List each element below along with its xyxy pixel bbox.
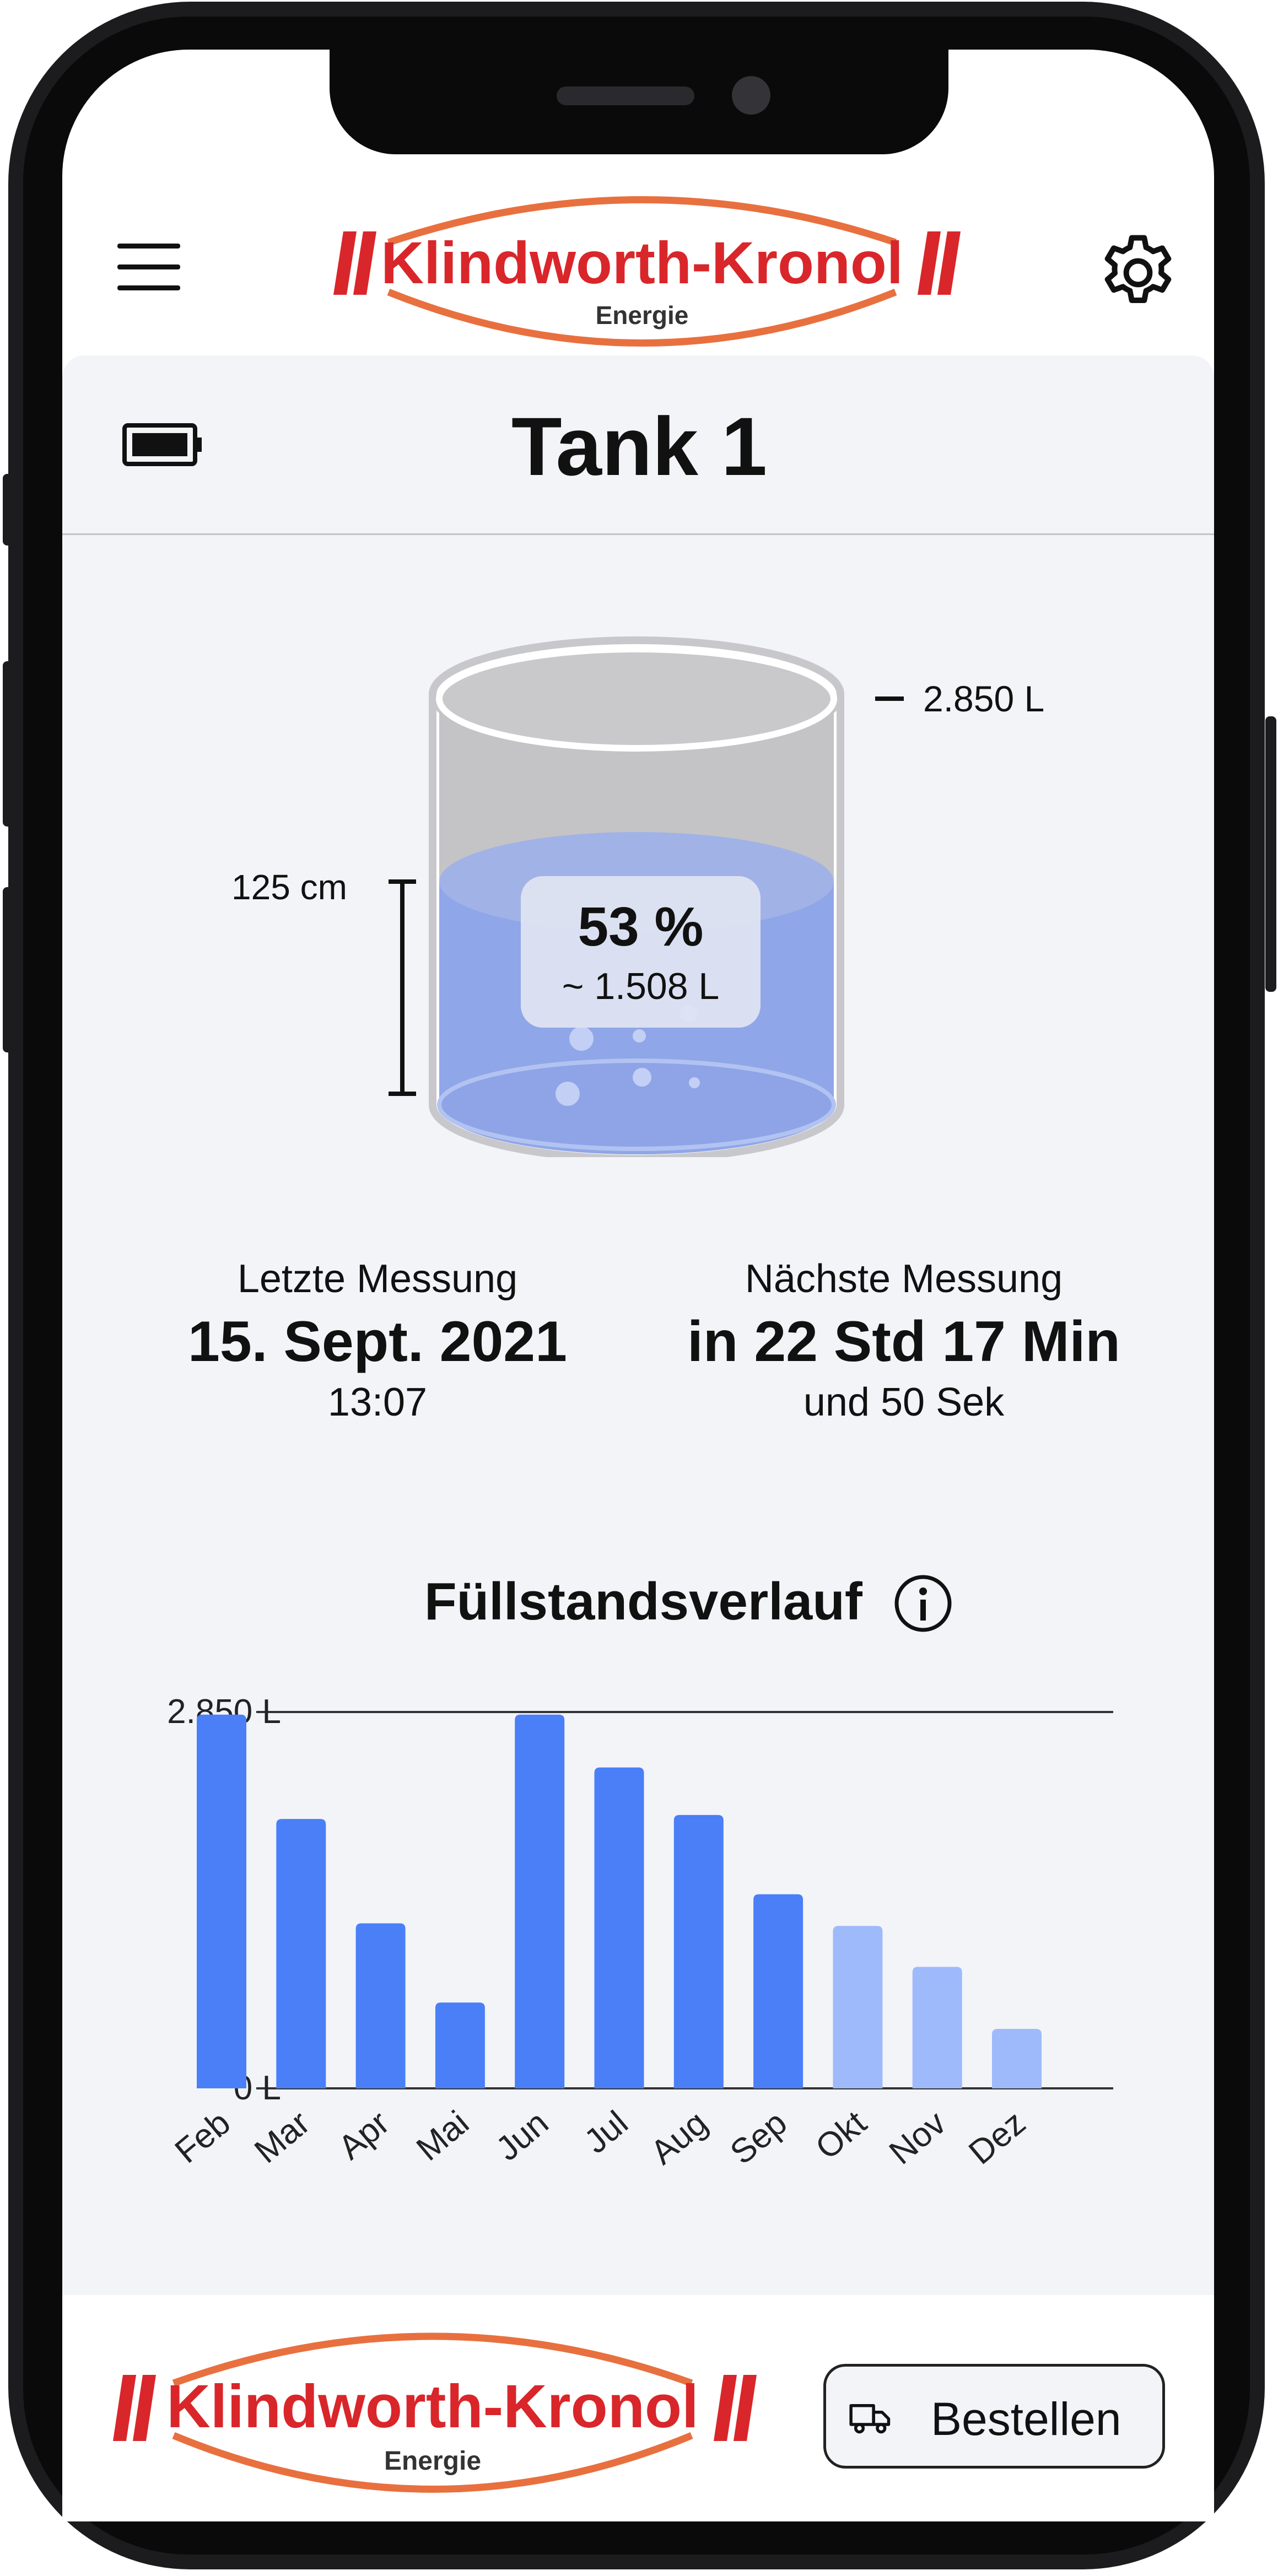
info-icon [894, 1575, 952, 1632]
footer-brand-name: Klindworth-Kronol [166, 2373, 699, 2440]
next-measurement-extra: und 50 Sek [803, 1380, 1005, 1424]
last-measurement-time: 13:07 [327, 1380, 428, 1424]
capacity-label: 2.850 L [923, 678, 1045, 719]
x-tick-label: Mar [247, 2104, 317, 2170]
x-tick-label: Nov [882, 2104, 953, 2172]
x-tick-label: Mai [409, 2104, 476, 2168]
header-brand-name: Klindworth-Kronol [381, 229, 903, 296]
chart-bar [833, 1926, 883, 2088]
last-measurement-label: Letzte Messung [237, 1257, 518, 1301]
x-tick-label: Jun [489, 2104, 556, 2168]
x-tick-label: Feb [168, 2104, 238, 2171]
chart-bar [515, 1714, 565, 2088]
page-title: Tank 1 [511, 400, 768, 493]
height-label: 125 cm [231, 867, 347, 907]
x-tick-label: Jul [577, 2104, 635, 2161]
chart-bar [355, 1923, 406, 2088]
chart-bar [992, 2029, 1042, 2088]
fill-level-card: 53 % ~ 1.508 L [521, 876, 761, 1028]
chart-bar [673, 1814, 724, 2088]
fill-percent: 53 % [578, 896, 704, 958]
menu-button[interactable] [113, 237, 185, 298]
chart-bar [276, 1819, 326, 2088]
battery-icon [122, 420, 205, 469]
hamburger-menu-icon [117, 244, 180, 290]
next-measurement-value: in 22 Std 17 Min [687, 1310, 1120, 1374]
chart-info-button[interactable] [893, 1573, 953, 1634]
chart-bar [912, 1967, 962, 2088]
fill-history-chart: 2.850 L0 LFeb Mar Apr Mai Jun Jul Aug Sep Okt Nov… [167, 1693, 1113, 2172]
x-tick-label: Okt [808, 2104, 873, 2167]
x-tick-label: Aug [644, 2104, 715, 2172]
height-bracket [389, 879, 416, 1096]
chart-title: Füllstandsverlauf [424, 1572, 862, 1631]
capacity-tick [875, 696, 904, 701]
x-tick-label: Apr [331, 2104, 396, 2167]
volume-down-button [3, 887, 13, 1052]
front-camera [732, 76, 770, 115]
x-tick-label: Dez [962, 2104, 1033, 2172]
last-measurement-date: 15. Sept. 2021 [188, 1310, 567, 1374]
fill-volume: ~ 1.508 L [562, 965, 720, 1007]
chart-bar [594, 1767, 644, 2088]
order-button[interactable]: Bestellen [823, 2364, 1165, 2469]
footer-logo: Klindworth-Kronol Energie [102, 2306, 763, 2496]
header-logo: Klindworth-Kronol Energie [322, 168, 962, 358]
x-tick-label: Sep [723, 2104, 794, 2172]
chart-bar [435, 2002, 485, 2088]
header-divider [62, 533, 1214, 535]
chart-bar [753, 1894, 804, 2088]
power-button [1265, 716, 1276, 992]
footer-brand-subtitle: Energie [384, 2447, 482, 2476]
header-brand-subtitle: Energie [595, 301, 689, 330]
volume-up-button [3, 661, 13, 827]
chart-bar [197, 1714, 246, 2088]
delivery-truck-icon [849, 2404, 891, 2434]
order-button-label: Bestellen [931, 2393, 1121, 2445]
next-measurement-label: Nächste Messung [745, 1257, 1063, 1301]
settings-button[interactable] [1094, 229, 1182, 317]
speaker-grille [557, 87, 694, 105]
gear-icon [1104, 235, 1172, 303]
mute-switch [3, 474, 13, 546]
